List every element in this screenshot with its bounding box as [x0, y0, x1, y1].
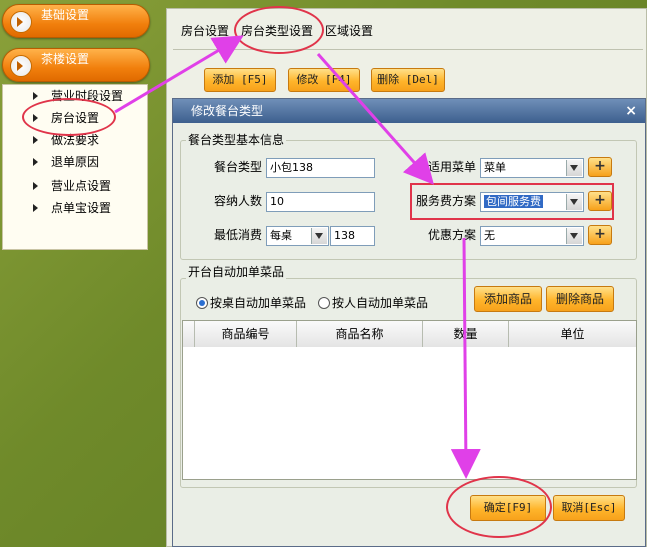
arrow-to-ok — [450, 237, 481, 479]
annotation-arrows — [114, 35, 481, 479]
arrow-to-tab — [114, 35, 244, 114]
arrow-to-service-fee — [316, 53, 434, 185]
